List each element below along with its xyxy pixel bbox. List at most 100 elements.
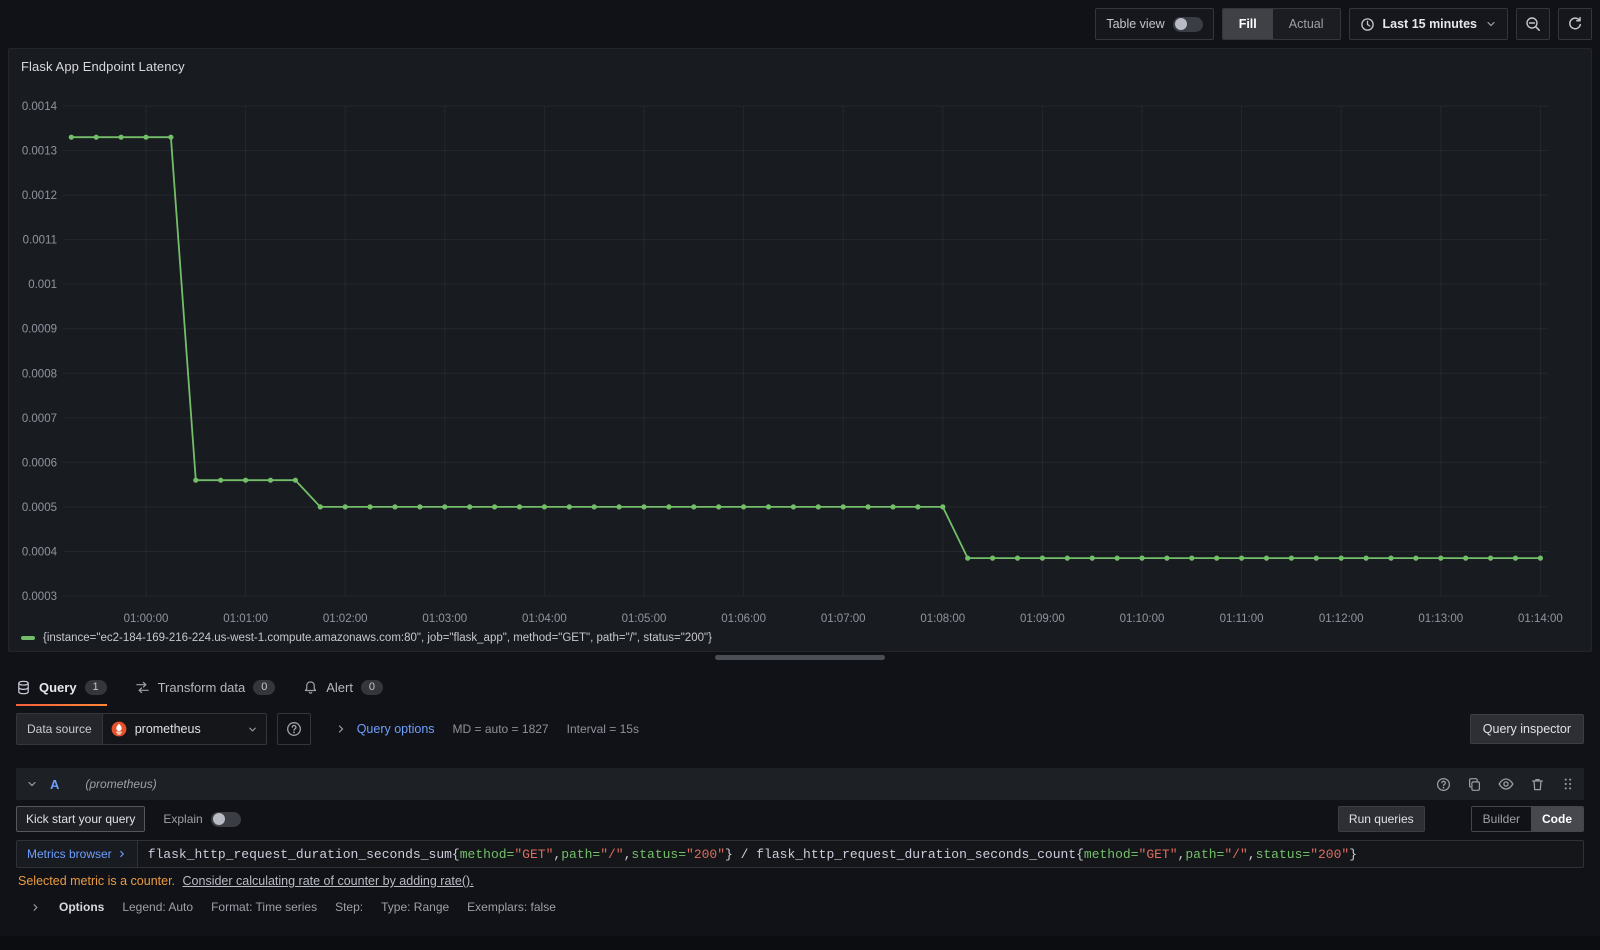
- warning-rate-link[interactable]: Consider calculating rate of counter by …: [183, 874, 474, 888]
- svg-text:0.0014: 0.0014: [22, 101, 58, 113]
- legend-series-swatch: [21, 636, 35, 640]
- svg-text:01:10:00: 01:10:00: [1120, 613, 1165, 625]
- svg-text:0.001: 0.001: [28, 279, 57, 291]
- explain-toggle[interactable]: [210, 811, 241, 827]
- svg-text:0.0003: 0.0003: [22, 591, 57, 603]
- promql-editor-row: Metrics browser flask_http_request_durat…: [16, 840, 1584, 868]
- query-options-interval: Interval = 15s: [566, 722, 639, 736]
- refresh-button[interactable]: [1558, 8, 1592, 40]
- options-type: Type: Range: [381, 900, 450, 914]
- options-step: Step:: [335, 900, 364, 914]
- metrics-browser-label: Metrics browser: [27, 847, 112, 861]
- tab-query-count: 1: [84, 679, 107, 695]
- svg-text:01:13:00: 01:13:00: [1418, 613, 1463, 625]
- svg-text:0.0013: 0.0013: [22, 146, 57, 158]
- bell-icon: [303, 680, 318, 695]
- tab-alert-label: Alert: [326, 679, 353, 695]
- tab-query[interactable]: Query 1: [16, 668, 107, 706]
- datasource-name: prometheus: [134, 722, 201, 736]
- explain-label: Explain: [163, 812, 203, 826]
- table-view-toggle-group[interactable]: Table view: [1095, 8, 1214, 40]
- warning-text: Selected metric is a counter.: [18, 874, 176, 888]
- collapse-chevron-icon[interactable]: [26, 778, 38, 790]
- editor-tabs: Query 1 Transform data 0 Alert 0: [16, 668, 383, 706]
- datasource-label: Data source: [16, 713, 102, 745]
- query-options-md: MD = auto = 1827: [452, 722, 549, 736]
- refresh-icon: [1567, 16, 1583, 32]
- svg-text:01:07:00: 01:07:00: [821, 613, 866, 625]
- footer-strip: [0, 936, 1600, 950]
- time-series-panel: Flask App Endpoint Latency 0.0014 0.0013 0…: [8, 48, 1592, 652]
- svg-text:01:01:00: 01:01:00: [223, 613, 268, 625]
- builder-code-switch: Builder Code: [1470, 806, 1584, 832]
- grafana-panel-edit-screen: Table view Fill Actual Last 15 minutes F…: [0, 0, 1600, 950]
- top-toolbar: Table view Fill Actual Last 15 minutes: [1095, 8, 1592, 40]
- query-options-link[interactable]: Query options: [357, 722, 435, 736]
- query-options-summary-row[interactable]: Options Legend: Auto Format: Time series…: [30, 900, 556, 914]
- code-button[interactable]: Code: [1531, 807, 1583, 831]
- svg-text:0.0007: 0.0007: [22, 413, 57, 425]
- chart-area[interactable]: 0.0014 0.0013 0.0012 0.0011 0.001 0.0009 0.000…: [9, 49, 1593, 634]
- legend-row[interactable]: {instance="ec2-184-169-216-224.us-west-1…: [21, 632, 712, 644]
- zoom-out-button[interactable]: [1516, 8, 1550, 40]
- tab-transform-count: 0: [253, 679, 276, 695]
- toggle-knob: [1174, 18, 1187, 30]
- query-expression[interactable]: flask_http_request_duration_seconds_sum{…: [138, 841, 1583, 867]
- svg-text:01:02:00: 01:02:00: [323, 613, 368, 625]
- svg-text:0.0011: 0.0011: [23, 235, 57, 247]
- svg-text:0.0006: 0.0006: [22, 457, 57, 469]
- table-view-label: Table view: [1106, 17, 1165, 31]
- tab-transform-data[interactable]: Transform data 0: [135, 668, 276, 706]
- svg-text:01:04:00: 01:04:00: [522, 613, 567, 625]
- panel-resize-handle[interactable]: [715, 655, 885, 660]
- tab-alert-count: 0: [360, 679, 383, 695]
- svg-text:01:08:00: 01:08:00: [920, 613, 965, 625]
- legend-series-label[interactable]: {instance="ec2-184-169-216-224.us-west-1…: [43, 632, 712, 644]
- options-exemplars: Exemplars: false: [467, 900, 556, 914]
- trash-icon[interactable]: [1530, 777, 1545, 792]
- latency-chart: 0.0014 0.0013 0.0012 0.0011 0.001 0.0009 0.000…: [22, 101, 1563, 625]
- drag-handle-icon[interactable]: [1561, 777, 1574, 791]
- toggle-knob: [212, 813, 225, 825]
- explain-toggle-group[interactable]: Explain: [163, 811, 241, 827]
- query-ref-id[interactable]: A: [50, 777, 59, 792]
- options-label: Options: [59, 900, 105, 914]
- counter-warning-row: Selected metric is a counter. Consider c…: [18, 874, 474, 888]
- angle-right-icon: [119, 850, 124, 858]
- datasource-select[interactable]: prometheus: [101, 713, 267, 745]
- tab-query-label: Query: [39, 679, 77, 695]
- chevron-down-icon: [1485, 18, 1497, 30]
- builder-button[interactable]: Builder: [1472, 807, 1531, 831]
- query-row-header[interactable]: A (prometheus): [16, 768, 1584, 800]
- query-options-group[interactable]: Query options MD = auto = 1827 Interval …: [335, 722, 639, 736]
- angle-right-icon: [335, 723, 347, 735]
- copy-icon[interactable]: [1467, 777, 1482, 792]
- metrics-browser-button[interactable]: Metrics browser: [17, 841, 138, 867]
- actual-button[interactable]: Actual: [1273, 9, 1340, 39]
- options-legend: Legend: Auto: [122, 900, 194, 914]
- datasource-help-button[interactable]: [276, 713, 311, 745]
- svg-text:01:09:00: 01:09:00: [1020, 613, 1065, 625]
- svg-text:01:12:00: 01:12:00: [1319, 613, 1364, 625]
- time-range-label: Last 15 minutes: [1382, 17, 1477, 31]
- options-format: Format: Time series: [211, 900, 318, 914]
- time-range-picker[interactable]: Last 15 minutes: [1348, 8, 1508, 40]
- kick-start-query-button[interactable]: Kick start your query: [16, 806, 146, 832]
- table-view-toggle[interactable]: [1172, 16, 1203, 32]
- help-circle-icon[interactable]: [1436, 777, 1451, 792]
- tab-alert[interactable]: Alert 0: [303, 668, 383, 706]
- svg-text:01:06:00: 01:06:00: [721, 613, 766, 625]
- eye-icon[interactable]: [1498, 776, 1514, 792]
- svg-text:0.0005: 0.0005: [22, 502, 57, 514]
- datasource-picker-group: Data source prometheus: [16, 713, 267, 745]
- svg-text:01:05:00: 01:05:00: [622, 613, 667, 625]
- svg-text:0.0012: 0.0012: [22, 190, 57, 202]
- tab-transform-label: Transform data: [157, 679, 246, 695]
- prometheus-logo-icon: [111, 721, 127, 737]
- query-datasource-name: (prometheus): [85, 777, 157, 791]
- query-inspector-button[interactable]: Query inspector: [1469, 714, 1584, 744]
- run-queries-button[interactable]: Run queries: [1337, 806, 1425, 832]
- fill-button[interactable]: Fill: [1222, 9, 1273, 39]
- fill-actual-switch: Fill Actual: [1221, 8, 1341, 40]
- angle-right-icon: [30, 902, 41, 913]
